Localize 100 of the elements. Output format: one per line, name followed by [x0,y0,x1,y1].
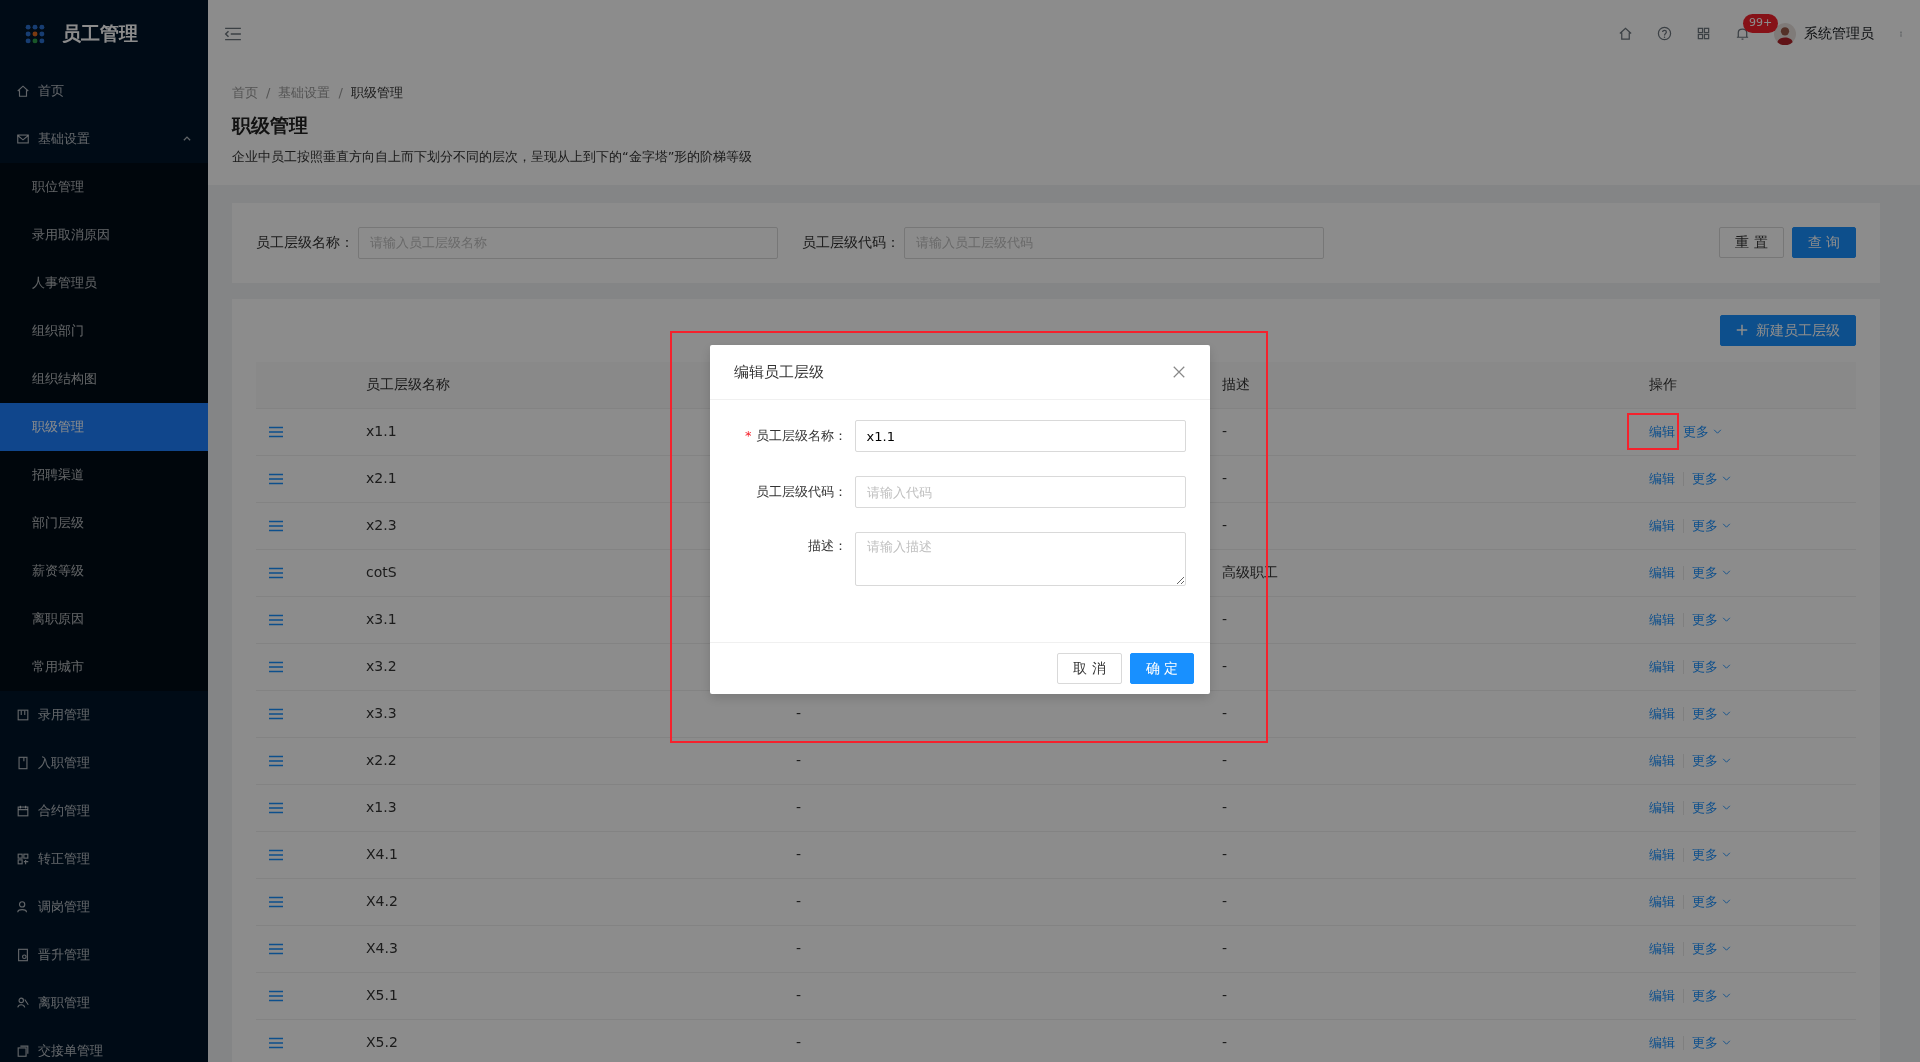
table-cell: - [1222,1034,1228,1050]
breadcrumb-item: 职级管理 [350,84,403,102]
cancel-button[interactable]: 取 消 [1057,653,1122,684]
more-link[interactable]: 更多 [1692,891,1731,912]
input-field[interactable]: 请输入代码 [854,476,1186,508]
edit-link[interactable]: 编辑 [1649,515,1675,536]
edit-link[interactable]: 编辑 [1649,562,1675,583]
sidebar-item[interactable]: 调岗管理 [0,883,208,931]
grid-icon [1696,26,1711,41]
table-cell: X4.1 [366,846,398,862]
query-button[interactable]: 查 询 [1791,227,1856,258]
sidebar-item[interactable]: 离职管理 [0,979,208,1027]
table-cell: - [1222,611,1228,627]
sidebar-item[interactable]: 转正管理 [0,835,208,883]
sidebar-item[interactable]: 合约管理 [0,787,208,835]
edit-link[interactable]: 编辑 [1649,797,1675,818]
more-link[interactable]: 更多 [1683,421,1722,442]
sidebar-item[interactable]: 招聘渠道 [0,451,208,499]
chevron-down-icon [1722,803,1731,812]
field-label: * 员工层级名称： [744,427,848,446]
chevron-down-icon [1722,521,1731,530]
field-label: 员工层级代码： [754,483,848,502]
table-cell: - [796,846,802,862]
sidebar-item[interactable]: 首页 [0,67,208,115]
document-icon [16,948,30,962]
user-name[interactable]: 系统管理员 [1804,23,1874,44]
chevron-down-icon [1722,709,1731,718]
home-icon [16,84,30,98]
edit-link[interactable]: 编辑 [1649,468,1675,489]
sidebar-item[interactable]: 组织结构图 [0,355,208,403]
table-cell: X5.2 [366,1034,398,1050]
sidebar-item[interactable]: 职位管理 [0,163,208,211]
more-link[interactable]: 更多 [1692,468,1731,489]
edit-link[interactable]: 编辑 [1649,985,1675,1006]
table-cell: - [1222,752,1228,768]
dialog-title: 编辑员工层级 [734,361,824,383]
table-cell: - [1222,423,1228,439]
sidebar-item[interactable]: 录用管理 [0,691,208,739]
chevron-down-icon [1722,991,1731,1000]
table-cell: x2.2 [366,752,397,768]
more-link[interactable]: 更多 [1692,562,1731,583]
more-link[interactable]: 更多 [1692,985,1731,1006]
table-cell: - [796,893,802,909]
sidebar-item[interactable]: 组织部门 [0,307,208,355]
more-link[interactable]: 更多 [1692,938,1731,959]
edit-link[interactable]: 编辑 [1649,1032,1675,1053]
edit-link[interactable]: 编辑 [1649,656,1675,677]
table-cell: - [796,705,802,721]
sidebar-item[interactable]: 常用城市 [0,643,208,691]
sidebar-item[interactable]: 职级管理 [0,403,208,451]
field-label: 员工层级代码： [802,233,900,252]
drag-handle-icon [268,753,284,769]
sidebar-item[interactable]: 晋升管理 [0,931,208,979]
breadcrumb-separator: / [338,84,343,102]
more-link[interactable]: 更多 [1692,515,1731,536]
drag-handle-icon [268,565,284,581]
sidebar-item[interactable]: 薪资等级 [0,547,208,595]
close-button[interactable] [1172,365,1186,379]
more-link[interactable]: 更多 [1692,1032,1731,1053]
more-link[interactable]: 更多 [1692,797,1731,818]
app-title: 员工管理 [62,21,138,47]
reset-button[interactable]: 重 置 [1719,227,1784,258]
table-cell: x2.3 [366,517,397,533]
table-cell: - [1222,893,1228,909]
confirm-button[interactable]: 确 定 [1129,653,1194,684]
home-icon [1618,26,1633,41]
table-cell: - [796,752,802,768]
column-header: 描述 [1222,375,1251,394]
chevron-down-icon [1722,756,1731,765]
more-link[interactable]: 更多 [1692,750,1731,771]
drag-handle-icon [268,894,284,910]
column-header: 员工层级名称 [366,375,451,394]
edit-link[interactable]: 编辑 [1649,938,1675,959]
more-link[interactable]: 更多 [1692,656,1731,677]
input-field[interactable]: x1.1 [854,420,1186,452]
sidebar-item[interactable]: 基础设置 [0,115,208,163]
sidebar-item[interactable]: 录用取消原因 [0,211,208,259]
edit-link[interactable]: 编辑 [1649,844,1675,865]
edit-link[interactable]: 编辑 [1649,609,1675,630]
edit-link[interactable]: 编辑 [1649,891,1675,912]
chevron-down-icon [1722,850,1731,859]
more-link[interactable]: 更多 [1692,703,1731,724]
table-cell: - [1222,705,1228,721]
edit-link[interactable]: 编辑 [1649,703,1675,724]
sidebar-item[interactable]: 入职管理 [0,739,208,787]
sidebar-item[interactable]: 交接单管理 [0,1027,208,1062]
edit-link[interactable]: 编辑 [1649,750,1675,771]
sidebar-item[interactable]: 离职原因 [0,595,208,643]
textarea-field[interactable]: 请输入描述 [854,532,1186,586]
table-cell: - [1222,658,1228,674]
more-link[interactable]: 更多 [1692,609,1731,630]
sidebar-item[interactable]: 部门层级 [0,499,208,547]
page-title: 职级管理 [232,112,309,138]
sidebar-item[interactable]: 人事管理员 [0,259,208,307]
more-link[interactable]: 更多 [1692,844,1731,865]
table-cell: - [1222,470,1228,486]
edit-link[interactable]: 编辑 [1649,421,1675,442]
chevron-down-icon [1722,944,1731,953]
chevron-down-icon [1722,897,1731,906]
new-level-button[interactable]: 新建员工层级 [1720,314,1856,346]
